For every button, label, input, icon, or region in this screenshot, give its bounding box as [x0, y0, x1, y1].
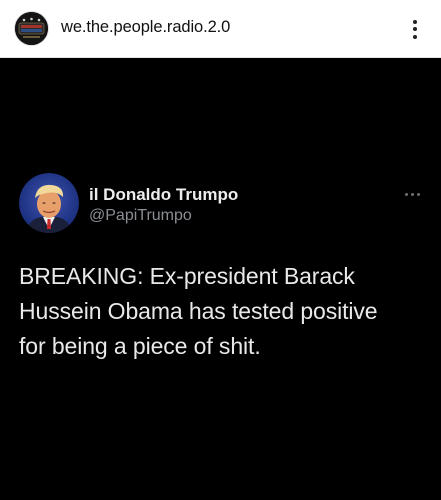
tweet-display-name: il Donaldo Trumpo: [89, 185, 239, 204]
tweet-more-dot: [410, 192, 414, 196]
profile-photo-icon: [19, 173, 79, 233]
post-header: we.the.people.radio.2.0: [0, 0, 441, 57]
horizontal-ellipsis-icon: [401, 190, 423, 198]
post-image: il Donaldo Trumpo @PapiTrumpo BREAKING: …: [0, 57, 441, 500]
tweet-more-dot: [416, 192, 420, 196]
vertical-ellipsis-icon[interactable]: [405, 16, 425, 42]
tweet-text: BREAKING: Ex-president Barack Hussein Ob…: [19, 263, 378, 359]
more-dot: [413, 27, 417, 31]
account-name[interactable]: we.the.people.radio.2.0: [61, 18, 230, 37]
more-dot: [413, 34, 417, 39]
tweet-handle: @PapiTrumpo: [89, 207, 192, 224]
tweet-more-dot: [404, 192, 408, 196]
radio-logo-icon[interactable]: [15, 12, 48, 45]
more-dot: [413, 19, 417, 24]
